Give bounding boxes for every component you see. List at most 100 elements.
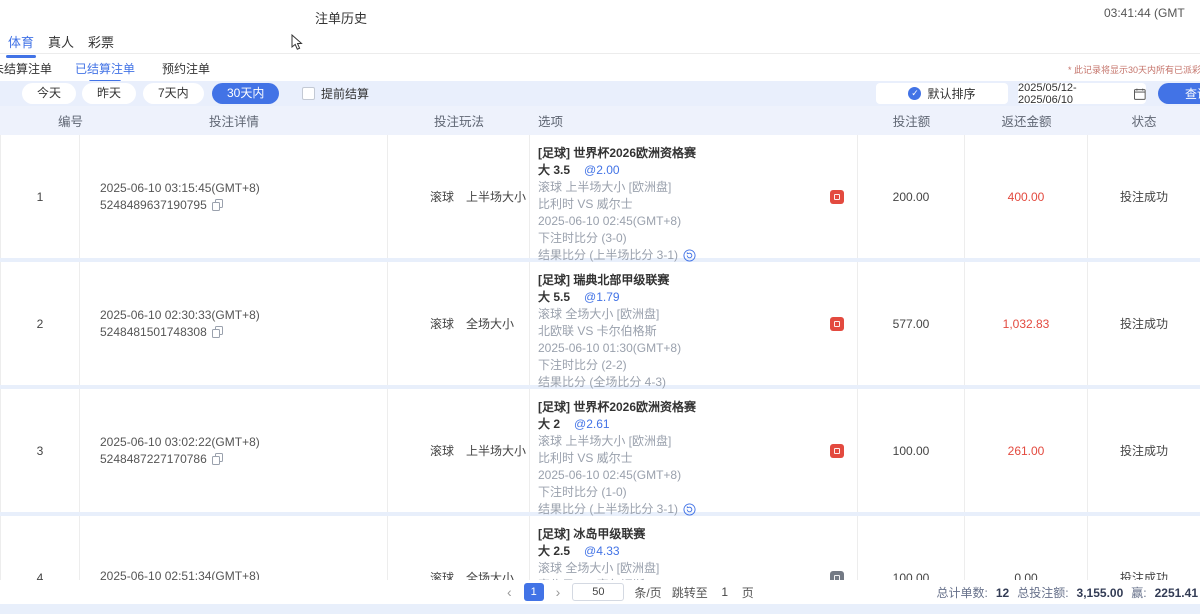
col-selection: 选项 [530, 111, 858, 130]
league-name: [足球] 世界杯2026欧洲资格赛 [538, 399, 857, 416]
bet-detail-cell: 2025-06-10 03:15:45(GMT+8) 5248489637190… [80, 135, 388, 258]
order-number: 5248487227170786 [100, 452, 207, 466]
order-number: 5248481501748308 [100, 325, 207, 339]
server-time: 03:41:44 (GMT [1104, 6, 1185, 20]
match-teams: 北欧联 VS 卡尔伯格斯 [538, 323, 857, 340]
filter-today[interactable]: 今天 [22, 83, 76, 104]
subtab-reserved[interactable]: 预约注单 [162, 60, 210, 77]
bet-detail-cell: 2025-06-10 02:51:34(GMT+8) [80, 516, 388, 580]
match-badge-icon [830, 317, 844, 331]
stake-amount: 577.00 [858, 262, 965, 385]
payout-amount: 1,032.83 [965, 262, 1088, 385]
filter-yesterday[interactable]: 昨天 [82, 83, 136, 104]
subtab-unsettled[interactable]: 未结算注单 [0, 60, 52, 77]
selection-cell: [足球] 世界杯2026欧洲资格赛 大 2 @2.61 滚球 上半场大小 [欧洲… [530, 389, 858, 512]
pick-label: 大 2.5 [538, 543, 570, 560]
score-at-bet: 下注时比分 (1-0) [538, 484, 857, 501]
table-header: 编号 投注详情 投注玩法 选项 投注额 返还金额 状态 [0, 106, 1200, 135]
date-range-value: 2025/05/12-2025/06/10 [1018, 82, 1128, 106]
row-number: 3 [1, 389, 80, 512]
prev-page-button[interactable]: ‹ [505, 584, 514, 600]
totals-summary: 总计单数: 12 总投注额: 3,155.00 赢: 2251.41 [937, 584, 1199, 601]
copy-icon[interactable] [212, 199, 223, 211]
search-button[interactable]: 查询 [1158, 83, 1200, 104]
bet-time: 2025-06-10 03:02:22(GMT+8) [100, 435, 387, 449]
payout-amount: 261.00 [965, 389, 1088, 512]
table-row: 3 2025-06-10 03:02:22(GMT+8) 52484872271… [0, 389, 1200, 512]
total-stake-label: 总投注额: [1017, 584, 1068, 601]
subtab-settled[interactable]: 已结算注单 [75, 60, 135, 77]
col-payout: 返还金额 [965, 111, 1088, 130]
default-sort-label: 默认排序 [927, 85, 975, 102]
total-win-label: 赢: [1131, 584, 1146, 601]
order-history-page: 注单历史 03:41:44 (GMT 体育 真人 彩票 未结算注单 已结算注单 … [0, 0, 1200, 614]
col-bet-type: 投注玩法 [388, 111, 530, 130]
bottom-strip [0, 604, 1200, 614]
total-win-value: 2251.41 [1155, 586, 1198, 600]
date-range-input[interactable]: 2025/05/12-2025/06/10 [1018, 83, 1146, 104]
col-status: 状态 [1088, 111, 1200, 130]
tab-sports[interactable]: 体育 [8, 32, 34, 51]
match-teams: 比利时 VS 威尔士 [538, 196, 857, 213]
total-stake-value: 3,155.00 [1077, 586, 1124, 600]
league-name: [足球] 世界杯2026欧洲资格赛 [538, 145, 857, 162]
stake-amount: 100.00 [858, 389, 965, 512]
score-at-bet: 下注时比分 (3-0) [538, 230, 857, 247]
pagination: ‹ 1 › 条/页 跳转至 1 页 [505, 580, 754, 604]
records-notice: * 此记录将显示30天内所有已派彩的注 [1068, 63, 1200, 76]
settlement-subtabs: 未结算注单 已结算注单 预约注单 * 此记录将显示30天内所有已派彩的注 [0, 54, 1200, 81]
status-label: 投注成功 [1088, 135, 1200, 258]
league-name: [足球] 冰岛甲级联赛 [538, 526, 857, 543]
calendar-icon [1134, 88, 1146, 100]
order-number: 5248489637190795 [100, 198, 207, 212]
payout-amount: 0.00 [965, 516, 1088, 580]
jump-page-input[interactable]: 1 [718, 585, 732, 599]
result-replay-icon[interactable] [683, 503, 696, 516]
match-badge-icon [830, 190, 844, 204]
selection-cell: [足球] 冰岛甲级联赛 大 2.5 @4.33 滚球 全场大小 [欧洲盘] 富佐… [530, 516, 858, 580]
bet-detail-cell: 2025-06-10 03:02:22(GMT+8) 5248487227170… [80, 389, 388, 512]
table-row: 4 2025-06-10 02:51:34(GMT+8) 滚球 全场大小 [足球… [0, 516, 1200, 580]
result-replay-icon[interactable] [683, 249, 696, 262]
filter-bar: 今天 昨天 7天内 30天内 提前结算 ✓ 默认排序 2025/05/12-20… [0, 81, 1200, 106]
page-1-button[interactable]: 1 [524, 583, 544, 601]
next-page-button[interactable]: › [554, 584, 563, 600]
odds-value: @1.79 [584, 289, 620, 306]
filter-7days[interactable]: 7天内 [143, 83, 204, 104]
stake-amount: 200.00 [858, 135, 965, 258]
score-at-bet: 下注时比分 (2-2) [538, 357, 857, 374]
bet-type-cell: 滚球 上半场大小 [388, 135, 530, 258]
payout-amount: 400.00 [965, 135, 1088, 258]
per-page-label: 条/页 [634, 584, 661, 601]
bet-time: 2025-06-10 02:51:34(GMT+8) [100, 569, 387, 580]
market-label: 滚球 全场大小 [欧洲盘] [538, 306, 857, 323]
tab-lottery[interactable]: 彩票 [88, 32, 114, 51]
tab-live[interactable]: 真人 [48, 32, 74, 51]
pick-label: 大 2 [538, 416, 560, 433]
page-title: 注单历史 [315, 8, 367, 27]
copy-icon[interactable] [212, 453, 223, 465]
jump-to-label: 跳转至 [672, 584, 708, 601]
table-row: 2 2025-06-10 02:30:33(GMT+8) 52484815017… [0, 262, 1200, 385]
early-settle-label: 提前结算 [321, 85, 369, 102]
bet-type-cell: 滚球 上半场大小 [388, 389, 530, 512]
early-settle-checkbox[interactable] [302, 87, 315, 100]
top-bar: 注单历史 03:41:44 (GMT [0, 0, 1200, 28]
copy-icon[interactable] [212, 326, 223, 338]
col-stake: 投注额 [858, 111, 965, 130]
category-tabs: 体育 真人 彩票 [0, 28, 1200, 54]
default-sort-button[interactable]: ✓ 默认排序 [876, 83, 1008, 104]
match-badge-icon [830, 444, 844, 458]
check-circle-icon: ✓ [908, 87, 921, 100]
row-number: 4 [1, 516, 80, 580]
league-name: [足球] 瑞典北部甲级联赛 [538, 272, 857, 289]
bottom-bar: ‹ 1 › 条/页 跳转至 1 页 总计单数: 12 总投注额: 3,155.0… [0, 580, 1200, 604]
row-number: 2 [1, 262, 80, 385]
page-unit-label: 页 [742, 584, 754, 601]
pick-label: 大 3.5 [538, 162, 570, 179]
page-size-input[interactable] [572, 583, 624, 601]
match-time: 2025-06-10 02:45(GMT+8) [538, 467, 857, 484]
bet-time: 2025-06-10 03:15:45(GMT+8) [100, 181, 387, 195]
status-label: 投注成功 [1088, 389, 1200, 512]
filter-30days[interactable]: 30天内 [212, 83, 279, 104]
